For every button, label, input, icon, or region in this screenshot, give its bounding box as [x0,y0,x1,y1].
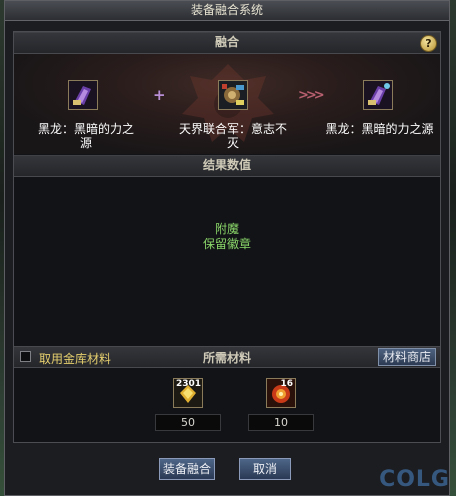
gear-badge-icon [219,81,247,109]
fusion-area: 黑龙：黑暗的力之源 + 天界联合军：意志不灭 >>> 黑龙：黑暗的力之源 [14,54,440,154]
fuse-equipment-button[interactable]: 装备融合 [159,458,215,480]
material-slot-gold-gem[interactable]: 2301 [173,378,203,408]
result-item-name: 黑龙：黑暗的力之源 [325,122,434,136]
watermark-logo: COLG [379,467,450,492]
result-header: 结果数值 [14,155,440,177]
source-item-slot[interactable] [68,80,98,110]
fusion-header: 融合 ? [14,32,440,54]
equipment-fusion-window: 装备融合系统 融合 ? 黑龙：黑暗的力之源 + 天界联合军：意志不灭 >>> 黑… [4,0,450,496]
result-header-label: 结果数值 [202,158,251,172]
source-item-name: 黑龙：黑暗的力之源 [37,122,134,150]
material-item-slot[interactable] [218,80,248,110]
material-item-name: 天界联合军：意志不灭 [178,122,287,150]
window-titlebar[interactable]: 装备融合系统 [5,1,449,21]
fusion-header-label: 融合 [214,35,239,49]
result-line-keep-badge: 保留徽章 [202,237,251,251]
material-badge: 16 [280,379,293,389]
help-icon[interactable]: ? [420,35,437,52]
arrow-right-icon: >>> [298,88,325,103]
material-count-fire-burst: 10 [248,414,314,431]
cancel-button[interactable]: 取消 [239,458,291,480]
result-item-slot[interactable] [363,80,393,110]
plus-icon: + [153,86,166,104]
materials-header: 所需材料 [202,351,251,365]
material-slot-fire-burst[interactable]: 16 [266,378,296,408]
purple-bracer-icon [69,81,97,109]
materials-bar: 取用金库材料 所需材料 材料商店 [14,346,440,368]
purple-bracer-icon [364,81,392,109]
material-shop-button[interactable]: 材料商店 [378,348,436,366]
fusion-panel: 融合 ? 黑龙：黑暗的力之源 + 天界联合军：意志不灭 >>> 黑龙：黑暗的力之… [13,31,441,443]
material-badge: 2301 [176,379,202,389]
material-count-gold-gem: 50 [155,414,221,431]
